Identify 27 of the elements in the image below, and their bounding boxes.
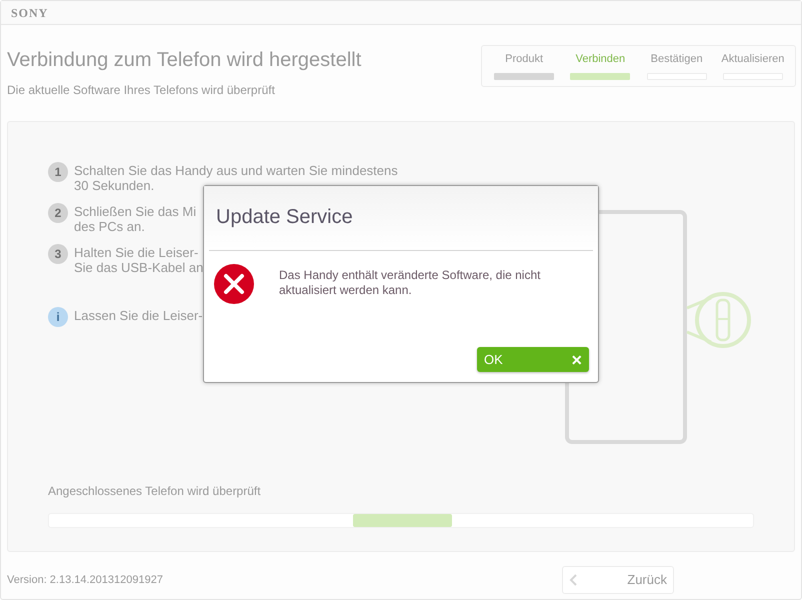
instruction-text: Lassen Sie die Leiser- (74, 308, 203, 323)
step-number: 1 (48, 162, 68, 182)
step-number: 2 (48, 203, 68, 223)
ok-button[interactable]: OK × (477, 347, 589, 372)
instruction-text: 30 Sekunden. (74, 178, 156, 193)
close-icon: × (571, 350, 582, 368)
info-icon: i (48, 307, 68, 327)
page-subtitle: Die aktuelle Software Ihres Telefons wird überprüft (7, 82, 276, 99)
instruction-text: Sie das USB-Kabel an (74, 260, 204, 275)
step-label: Verbinden (576, 52, 626, 67)
version-text: Version: 2.13.14.201312091927 (7, 572, 163, 588)
step-label: Bestätigen (650, 52, 703, 67)
error-icon (213, 263, 255, 305)
chevron-left-icon (569, 574, 577, 586)
status-text: Angeschlossenes Telefon wird überprüft (48, 483, 262, 500)
instruction-text: Schalten Sie das Handy aus und warten Sie mindestens (74, 163, 398, 178)
instruction-text: des PCs an. (74, 219, 146, 234)
dialog-message: Das Handy enthält veränderte Software, die nicht aktualisiert werden kann. (279, 268, 542, 299)
instruction-text: Halten Sie die Leiser- (74, 245, 200, 260)
step-label: Aktualisieren (721, 52, 784, 67)
back-button[interactable]: Zurück (562, 566, 674, 594)
step-label: Produkt (505, 52, 544, 67)
brand-logo: SONY (11, 4, 48, 22)
step-number: 3 (48, 244, 68, 264)
instruction-text: Schließen Sie das Mi (74, 204, 196, 219)
dialog-title: Update Service (216, 205, 353, 230)
page-title: Verbindung zum Telefon wird hergestellt (7, 48, 362, 73)
